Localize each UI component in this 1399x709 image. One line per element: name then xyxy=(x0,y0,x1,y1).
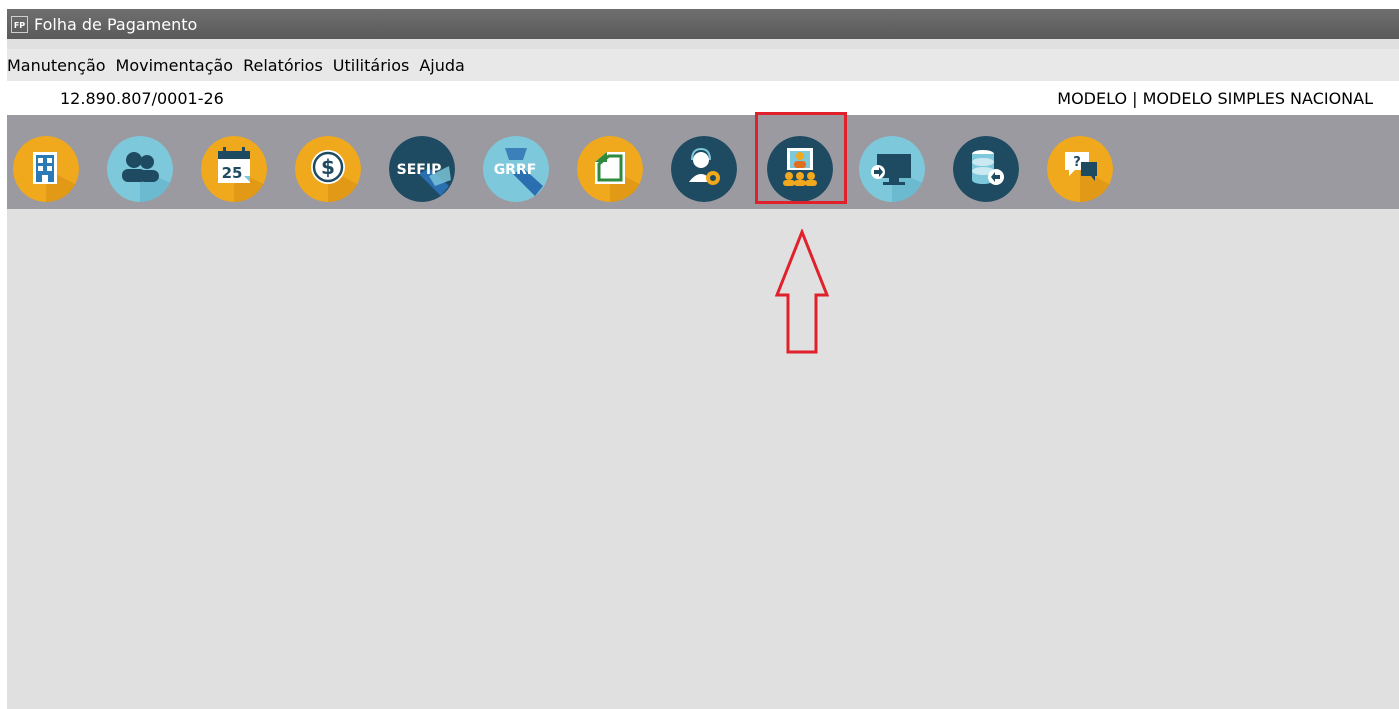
company-button[interactable] xyxy=(13,136,79,202)
payroll-button[interactable]: $ xyxy=(295,136,361,202)
menu-ajuda[interactable]: Ajuda xyxy=(419,56,473,75)
users-icon xyxy=(107,136,173,202)
sefip-label: SEFIP xyxy=(397,162,442,178)
menu-relatorios[interactable]: Relatórios xyxy=(243,56,331,75)
sefip-button[interactable]: SEFIP xyxy=(389,136,455,202)
menu-movimentacao[interactable]: Movimentação xyxy=(116,56,242,75)
company-info-bar: 12.890.807/0001-26 MODELO | MODELO SIMPL… xyxy=(7,81,1399,115)
dollar-sign: $ xyxy=(321,155,335,179)
toolbar: 25 $ SEFIP GRRF ? xyxy=(7,115,1399,209)
grrf-button[interactable]: GRRF xyxy=(483,136,549,202)
app-window: FP Folha de Pagamento Manutenção Movimen… xyxy=(7,9,1399,709)
title-bar: FP Folha de Pagamento xyxy=(7,9,1399,39)
menu-manutencao[interactable]: Manutenção xyxy=(7,56,114,75)
calendar-icon: 25 xyxy=(201,136,267,202)
grrf-icon: GRRF xyxy=(483,136,549,202)
calendar-day: 25 xyxy=(222,164,243,182)
help-button[interactable]: ? xyxy=(1047,136,1113,202)
document-icon xyxy=(577,136,643,202)
menu-bar: Manutenção Movimentação Relatórios Utili… xyxy=(7,49,1399,81)
dollar-icon: $ xyxy=(295,136,361,202)
cnpj-label: 12.890.807/0001-26 xyxy=(60,89,224,108)
support-button[interactable] xyxy=(671,136,737,202)
calendar-button[interactable]: 25 xyxy=(201,136,267,202)
database-button[interactable] xyxy=(953,136,1019,202)
app-icon: FP xyxy=(11,15,28,33)
sefip-icon: SEFIP xyxy=(389,136,455,202)
database-import-icon xyxy=(953,136,1019,202)
menu-utilitarios[interactable]: Utilitários xyxy=(333,56,418,75)
document-button[interactable] xyxy=(577,136,643,202)
arrow-up-annotation-icon xyxy=(775,229,829,354)
highlight-box xyxy=(755,112,847,204)
support-settings-icon xyxy=(671,136,737,202)
monitor-export-icon xyxy=(859,136,925,202)
building-icon xyxy=(13,136,79,202)
company-name: MODELO | MODELO SIMPLES NACIONAL xyxy=(1057,89,1373,108)
window-title: Folha de Pagamento xyxy=(34,14,198,34)
help-question-mark: ? xyxy=(1073,155,1081,170)
employees-button[interactable] xyxy=(107,136,173,202)
help-chat-icon: ? xyxy=(1047,136,1113,202)
grrf-label: GRRF xyxy=(494,162,537,178)
remote-access-button[interactable] xyxy=(859,136,925,202)
